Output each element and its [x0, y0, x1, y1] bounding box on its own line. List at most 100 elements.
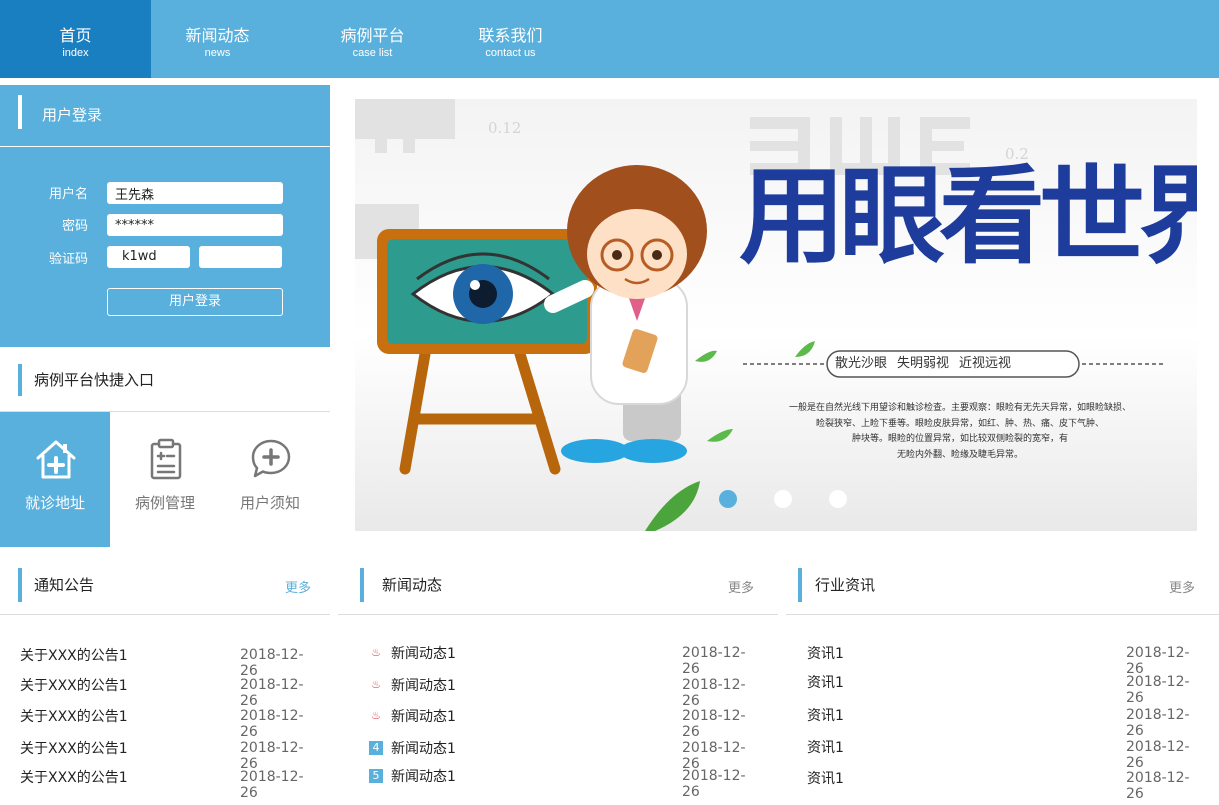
- list-item-title[interactable]: 新闻动态1: [391, 738, 456, 758]
- list-item-title[interactable]: 关于XXX的公告1: [20, 738, 128, 758]
- news-header: 新闻动态 更多: [338, 565, 778, 615]
- banner-desc-line: 睑裂狭窄、上睑下垂等。眼睑皮肤异常，如红、肿、热、痛、皮下气肿、: [815, 418, 1104, 429]
- list-item[interactable]: 关于XXX的公告1 2018-12-26: [20, 706, 320, 740]
- list-item-date: 2018-12-26: [1126, 707, 1190, 739]
- news-more-link[interactable]: 更多: [728, 577, 754, 596]
- banner-tags: 散光沙眼 失明弱视 近视远视: [835, 354, 1075, 374]
- quick-item-user-notice[interactable]: 用户须知: [215, 412, 325, 547]
- nav-item-index[interactable]: 首页 index: [0, 0, 151, 78]
- hot-icon: ♨: [371, 646, 381, 659]
- banner-title: 用眼看世界: [739, 155, 1197, 278]
- list-item-title[interactable]: 关于XXX的公告1: [20, 675, 128, 695]
- list-item-title[interactable]: 新闻动态1: [391, 643, 456, 663]
- industry-more-link[interactable]: 更多: [1169, 577, 1195, 596]
- list-item-date: 2018-12-26: [682, 708, 746, 740]
- list-item[interactable]: 关于XXX的公告1 2018-12-26: [20, 645, 320, 679]
- nav-sublabel: index: [62, 47, 89, 59]
- login-title: 用户登录: [42, 106, 103, 124]
- list-item-date: 2018-12-26: [682, 677, 746, 709]
- captcha-image[interactable]: k1wd: [107, 246, 190, 268]
- nav-item-contact[interactable]: 联系我们 contact us: [435, 0, 586, 78]
- header-accent-bar: [18, 95, 22, 129]
- list-item-title[interactable]: 关于XXX的公告1: [20, 767, 128, 787]
- list-item[interactable]: ♨ 新闻动态1 2018-12-26: [369, 643, 762, 677]
- banner-tag: 散光沙眼: [835, 356, 888, 371]
- industry-title: 行业资讯: [815, 576, 876, 594]
- list-item-date: 2018-12-26: [1126, 770, 1190, 802]
- quick-item-label: 用户须知: [239, 494, 300, 512]
- list-item-title[interactable]: 关于XXX的公告1: [20, 645, 128, 665]
- list-item-title[interactable]: 资讯1: [807, 768, 844, 788]
- quick-item-case-management[interactable]: 病例管理: [110, 412, 220, 547]
- list-item[interactable]: ♨ 新闻动态1 2018-12-26: [369, 675, 762, 709]
- quick-item-label: 病例管理: [134, 494, 195, 512]
- nav-sublabel: contact us: [485, 47, 536, 59]
- banner-tag: 失明弱视: [897, 356, 950, 371]
- login-button[interactable]: 用户登录: [107, 288, 283, 316]
- hot-icon: ♨: [371, 709, 381, 722]
- list-item[interactable]: 关于XXX的公告1 2018-12-26: [20, 675, 320, 709]
- password-label: 密码: [61, 219, 88, 234]
- notice-title: 通知公告: [34, 576, 95, 594]
- chat-plus-icon: [251, 439, 291, 478]
- hero-banner[interactable]: 0.12 0.2 用眼看世界 散光沙眼 失明弱视 近视远视 一般是在自然光线下用…: [355, 99, 1197, 531]
- list-item-date: 2018-12-26: [1126, 674, 1190, 706]
- header-accent-bar: [18, 568, 22, 602]
- list-item-date: 2018-12-26: [240, 708, 304, 740]
- clipboard-icon: [150, 438, 182, 480]
- list-item[interactable]: 资讯1 2018-12-26: [807, 643, 1206, 677]
- header-accent-bar: [360, 568, 364, 602]
- nav-label: 新闻动态: [185, 26, 250, 45]
- list-item[interactable]: 5 新闻动态1 2018-12-26: [369, 766, 762, 800]
- list-item-title[interactable]: 关于XXX的公告1: [20, 706, 128, 726]
- password-field[interactable]: [107, 214, 283, 236]
- list-item[interactable]: ♨ 新闻动态1 2018-12-26: [369, 706, 762, 740]
- list-item-title[interactable]: 资讯1: [807, 672, 844, 692]
- login-header: 用户登录: [0, 85, 330, 147]
- list-item[interactable]: 4 新闻动态1 2018-12-26: [369, 738, 762, 772]
- list-item[interactable]: 关于XXX的公告1 2018-12-26: [20, 767, 320, 801]
- list-item[interactable]: 关于XXX的公告1 2018-12-26: [20, 738, 320, 772]
- rank-badge: 4: [369, 741, 383, 755]
- list-item-title[interactable]: 新闻动态1: [391, 706, 456, 726]
- captcha-field[interactable]: [199, 246, 282, 268]
- nav-item-cases[interactable]: 病例平台 case list: [297, 0, 448, 78]
- banner-desc-line: 肿块等。眼睑的位置异常，如比较双侧睑裂的宽窄，有: [851, 434, 1068, 444]
- username-field[interactable]: [107, 182, 283, 204]
- nav-label: 首页: [59, 26, 92, 45]
- list-item-title[interactable]: 资讯1: [807, 705, 844, 725]
- hot-icon: ♨: [371, 678, 381, 691]
- list-item-date: 2018-12-26: [682, 645, 746, 677]
- chart-mark: 0.12: [488, 119, 521, 137]
- carousel-dot-3[interactable]: [829, 490, 847, 508]
- list-item-date: 2018-12-26: [682, 768, 746, 800]
- list-item[interactable]: 资讯1 2018-12-26: [807, 705, 1206, 739]
- nav-label: 病例平台: [340, 26, 405, 45]
- news-title: 新闻动态: [382, 576, 443, 594]
- carousel-dot-1[interactable]: [719, 490, 737, 508]
- quick-item-label: 就诊地址: [24, 494, 85, 512]
- list-item-date: 2018-12-26: [1126, 739, 1190, 771]
- banner-description: 一般是在自然光线下用望诊和触诊检查。主要观察：眼睑有无先天异常，如眼睑缺损、 睑…: [735, 401, 1185, 463]
- top-nav: 首页 index 新闻动态 news 病例平台 case list 联系我们 c…: [0, 0, 1219, 78]
- nav-sublabel: news: [204, 47, 231, 59]
- list-item-title[interactable]: 新闻动态1: [391, 766, 456, 786]
- quick-entry-header: 病例平台快捷入口: [0, 348, 330, 412]
- notice-more-link[interactable]: 更多: [285, 577, 311, 596]
- quick-entry-title: 病例平台快捷入口: [34, 371, 155, 389]
- list-item-title[interactable]: 资讯1: [807, 643, 844, 663]
- header-accent-bar: [798, 568, 802, 602]
- quick-item-clinic-address[interactable]: 就诊地址: [0, 412, 110, 547]
- list-item[interactable]: 资讯1 2018-12-26: [807, 737, 1206, 771]
- carousel-dot-2[interactable]: [774, 490, 792, 508]
- list-item-title[interactable]: 资讯1: [807, 737, 844, 757]
- banner-desc-line: 无睑内外翻、睑缘及睫毛异常。: [896, 449, 1023, 460]
- house-plus-icon: [36, 440, 76, 479]
- industry-header: 行业资讯 更多: [786, 565, 1219, 615]
- list-item[interactable]: 资讯1 2018-12-26: [807, 768, 1206, 802]
- nav-label: 联系我们: [478, 26, 543, 45]
- list-item-title[interactable]: 新闻动态1: [391, 675, 456, 695]
- list-item[interactable]: 资讯1 2018-12-26: [807, 672, 1206, 706]
- nav-sublabel: case list: [352, 47, 393, 59]
- nav-item-news[interactable]: 新闻动态 news: [142, 0, 293, 78]
